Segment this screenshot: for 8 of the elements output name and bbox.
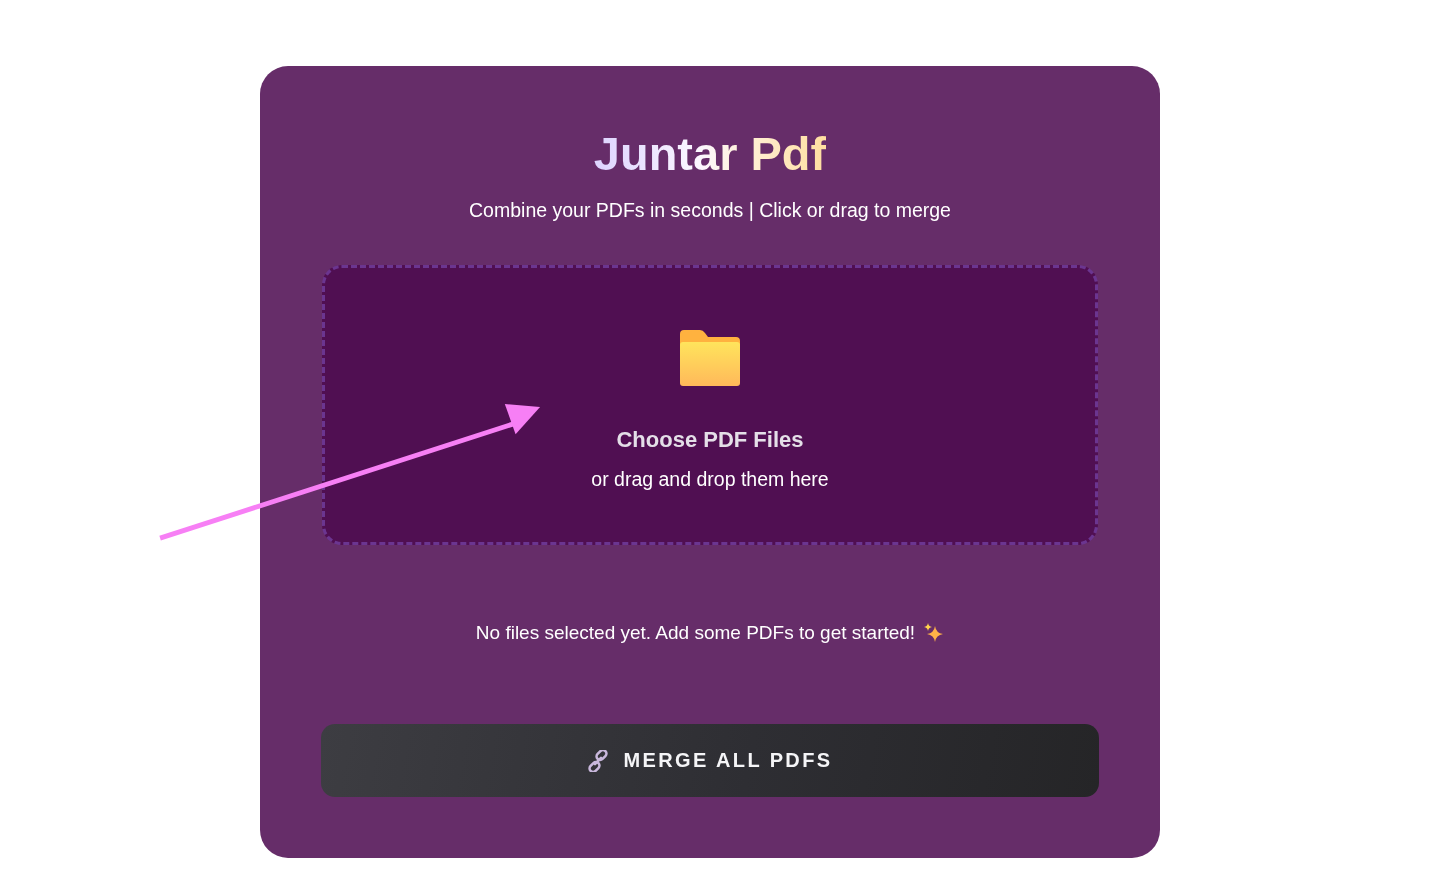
status-message: No files selected yet. Add some PDFs to get started! — [475, 621, 916, 645]
merge-button[interactable]: MERGE ALL PDFS — [321, 724, 1099, 797]
choose-files-label: Choose PDF Files — [616, 426, 804, 454]
drag-drop-hint: or drag and drop them here — [591, 467, 829, 492]
chain-link-icon — [587, 749, 610, 772]
folder-icon — [680, 330, 740, 386]
file-drop-zone[interactable]: Choose PDF Files or drag and drop them here — [322, 265, 1098, 545]
app-subtitle: Combine your PDFs in seconds | Click or drag to merge — [469, 198, 951, 223]
